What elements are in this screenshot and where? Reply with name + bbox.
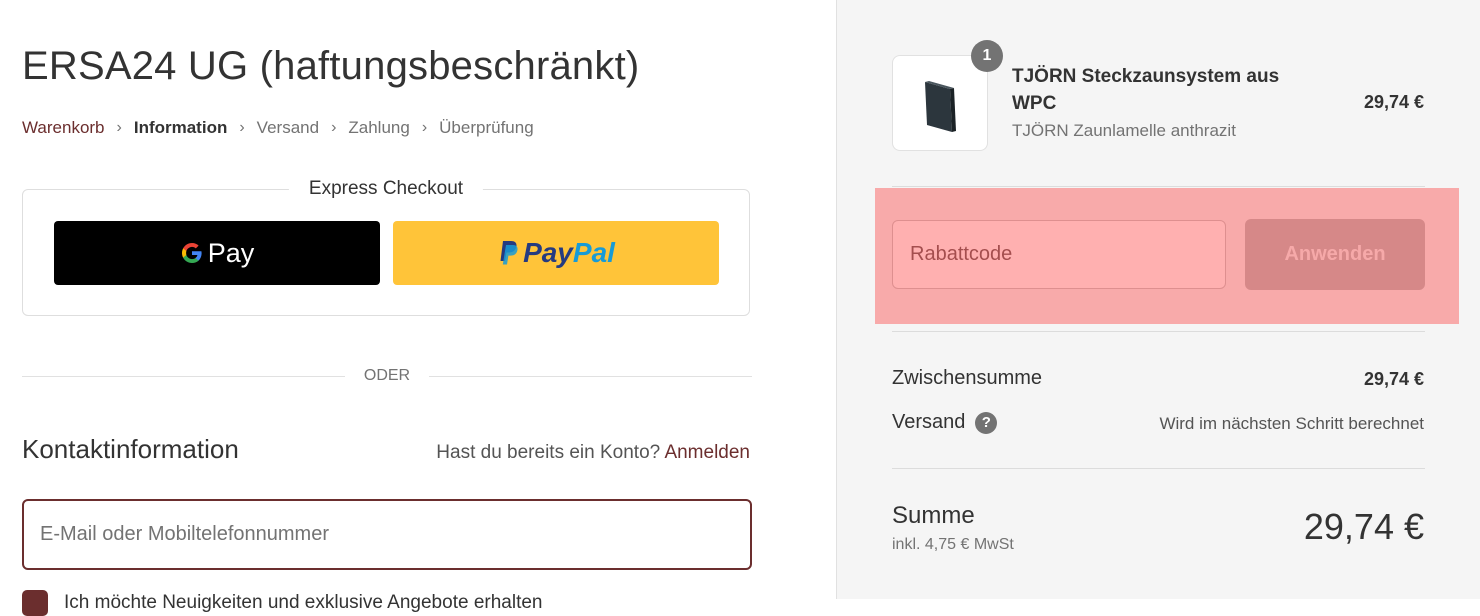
breadcrumb-review: Überprüfung: [439, 118, 534, 137]
checkout-main: ERSA24 UG (haftungsbeschränkt) Warenkorb…: [0, 0, 836, 616]
discount-code-input[interactable]: [892, 220, 1226, 289]
tax-note: inkl. 4,75 € MwSt: [892, 536, 1014, 553]
breadcrumb-payment: Zahlung: [348, 118, 410, 137]
divider-line: [429, 376, 752, 377]
subtotal-label: Zwischensumme: [892, 367, 1043, 389]
login-prompt: Hast du bereits ein Konto?: [436, 442, 661, 463]
total-value: 29,74 €: [1303, 506, 1424, 547]
chevron-right-icon: ›: [116, 119, 122, 136]
paypal-button[interactable]: PayPal: [393, 221, 719, 285]
google-g-icon: [181, 243, 202, 263]
newsletter-option[interactable]: Ich möchte Neuigkeiten und exklusive Ang…: [22, 590, 542, 616]
product-image-icon: [925, 81, 956, 132]
or-divider: ODER: [22, 366, 752, 386]
shop-title: ERSA24 UG (haftungsbeschränkt): [22, 44, 640, 88]
help-icon[interactable]: ?: [975, 411, 998, 434]
product-variant: TJÖRN Zaunlamelle anthrazit: [1012, 121, 1236, 140]
subtotal-value: 29,74 €: [1363, 369, 1424, 389]
chevron-right-icon: ›: [239, 119, 245, 136]
product-thumbnail: [892, 55, 988, 151]
login-hint: Hast du bereits ein Konto? Anmelden: [436, 442, 750, 464]
paypal-label-pay: Pay: [523, 237, 573, 268]
newsletter-checkbox[interactable]: [22, 590, 48, 616]
chevron-right-icon: ›: [421, 119, 428, 136]
divider: [892, 468, 1425, 469]
divider: [892, 186, 1425, 187]
paypal-label-pal: Pal: [572, 237, 615, 268]
express-checkout: Express Checkout Pay PayPal: [22, 178, 750, 316]
apply-discount-button[interactable]: Anwenden: [1245, 219, 1425, 290]
divider: [892, 331, 1425, 332]
breadcrumb-cart[interactable]: Warenkorb: [22, 118, 105, 138]
newsletter-label: Ich möchte Neuigkeiten und exklusive Ang…: [64, 592, 543, 613]
breadcrumb-shipping: Versand: [256, 118, 320, 137]
order-summary: 1 TJÖRN Steckzaunsystem aus WPC TJÖRN Za…: [836, 0, 1480, 599]
shipping-value: Wird im nächsten Schritt berechnet: [1159, 414, 1424, 433]
paypal-label: PayPal: [523, 237, 615, 269]
paypal-logo-icon: [500, 241, 518, 265]
chevron-right-icon: ›: [331, 119, 337, 136]
login-link[interactable]: Anmelden: [664, 442, 750, 463]
shipping-row-label: Versand?: [892, 411, 998, 434]
google-pay-button[interactable]: Pay: [54, 221, 380, 285]
express-checkout-title: Express Checkout: [288, 178, 484, 200]
breadcrumb: Warenkorb › Information › Versand › Zahl…: [22, 118, 534, 138]
quantity-badge: 1: [971, 40, 1003, 72]
email-field[interactable]: [22, 499, 752, 570]
google-pay-label: Pay: [207, 237, 255, 268]
contact-section-title: Kontaktinformation: [22, 434, 239, 464]
product-price: 29,74 €: [1363, 92, 1424, 112]
breadcrumb-information: Information: [133, 118, 228, 137]
product-name: TJÖRN Steckzaunsystem aus WPC: [1012, 66, 1280, 114]
total-label: Summe: [892, 502, 975, 529]
shipping-label: Versand: [892, 411, 966, 433]
